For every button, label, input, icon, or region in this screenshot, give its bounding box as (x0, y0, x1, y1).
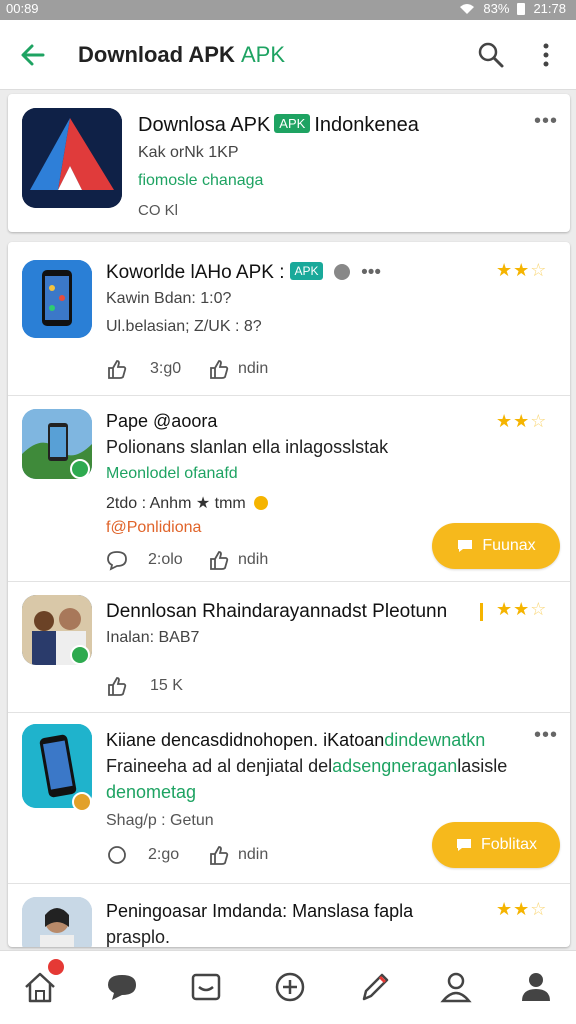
featured-sub3: CO Kl (138, 202, 179, 219)
accent-bar (480, 603, 483, 621)
featured-app-card[interactable]: Downlosa APK APK Indonkenea Kak orNk 1KP f… (8, 94, 570, 232)
rating-stars: ★★☆ (496, 260, 548, 280)
badge-icon (72, 792, 92, 812)
coin-icon (254, 496, 269, 510)
share-action[interactable]: ndih (208, 549, 268, 571)
item-line3: 2tdo : Anhm ★ tmm (106, 493, 269, 513)
phone-app-icon (22, 260, 92, 338)
rating-stars: ★★☆ (496, 411, 548, 431)
item-line1: Polionans slanlan ella inlagosslstak (106, 437, 389, 457)
thumbs-up-icon (210, 846, 229, 865)
thumbs-up-icon (210, 360, 229, 379)
item-more-icon[interactable]: ••• (361, 262, 381, 283)
app-feed: Koworlde lAHo APK : APK ••• ★★☆ Kawin Bda… (8, 242, 570, 947)
list-item[interactable]: Pape @aoora ★★☆ Polionans slanlan ella i… (8, 397, 570, 582)
comment-icon (108, 846, 126, 864)
share-action[interactable]: ndin (208, 358, 268, 380)
list-item[interactable]: Kiiane dencasdidnohopen. iKatoandindewna… (8, 714, 570, 884)
featured-sub2: fiomosle chanaga (138, 172, 264, 189)
featured-more-icon[interactable]: ••• (534, 110, 558, 133)
wifi-icon (460, 3, 475, 14)
like-action[interactable]: 15 K (106, 675, 183, 697)
status-time-left: 00:89 (6, 1, 39, 16)
app-bar: Download APK APK (0, 20, 576, 90)
item-line1: Inalan: BAB7 (106, 629, 200, 646)
verified-check-icon (70, 645, 90, 665)
item-title: Dennlosan Rhaindarayannadst Pleotunn (106, 601, 448, 622)
item-title: Pape @aoora (106, 411, 218, 431)
item-line4: f@Ponlidiona (106, 519, 202, 536)
featured-app-icon (22, 108, 122, 208)
item-title: Koworlde lAHo APK : APK ••• (106, 262, 382, 283)
search-icon[interactable] (476, 40, 506, 70)
chat-icon[interactable] (104, 969, 140, 1005)
featured-badge: APK (274, 114, 311, 133)
item-line3: Shag/p : Getun (106, 812, 214, 829)
comment-action[interactable]: 2:olo (106, 549, 183, 571)
thumbs-up-icon (108, 677, 127, 696)
comment-icon (107, 551, 127, 571)
pencil-icon[interactable] (356, 969, 392, 1005)
thumbs-up-icon (210, 551, 229, 570)
share-action[interactable]: ndin (208, 844, 268, 866)
featured-sub1: Kak orNk 1KP (138, 144, 239, 161)
item-line2: Meonlodel ofanafd (106, 465, 238, 482)
item-line2: Ul.belasian; Z/UK : 8? (106, 318, 262, 335)
bottom-navigation (0, 950, 576, 1024)
item-line1: Kawin Bdan: 1:0? (106, 290, 232, 307)
chat-bubble-icon (456, 839, 471, 851)
back-arrow-icon[interactable] (18, 40, 48, 70)
page-title-accent: APK (240, 42, 286, 67)
item-title: Peningoasar Imdanda: Manslasa fapla (106, 901, 414, 921)
page-title: Download APK APK (78, 42, 286, 67)
thumbs-up-icon (108, 360, 127, 379)
info-icon (333, 264, 350, 280)
like-action[interactable]: 3:g0 (106, 358, 181, 380)
status-bar: 00:89 83% 21:78 (0, 0, 576, 20)
status-time-right: 21:78 (533, 1, 566, 16)
battery-level: 83% (483, 1, 510, 16)
list-item[interactable]: Koworlde lAHo APK : APK ••• ★★☆ Kawin Bda… (8, 242, 570, 396)
item-line1: prasplo. (106, 927, 171, 947)
rating-stars: ★★☆ (496, 599, 548, 619)
rating-stars: ★★☆ (496, 899, 548, 919)
featured-title: Downlosa APK APK Indonkenea (138, 114, 419, 136)
list-item[interactable]: Peningoasar Imdanda: Manslasa fapla ★★☆ … (8, 885, 570, 947)
follow-button[interactable]: Fuunax (432, 523, 560, 569)
chat-bubble-icon (458, 540, 473, 552)
battery-icon (517, 3, 526, 15)
list-item[interactable]: Dennlosan Rhaindarayannadst Pleotunn ★★☆… (8, 583, 570, 713)
item-line1: Fraineeha ad al denjiatal deladsengnerag… (106, 756, 508, 776)
notification-dot (48, 959, 64, 975)
account-icon[interactable] (518, 969, 554, 1005)
item-more-icon[interactable]: ••• (534, 724, 558, 747)
comment-action[interactable]: 2:go (106, 844, 179, 866)
item-line2: denometag (106, 782, 197, 802)
add-icon[interactable] (272, 969, 308, 1005)
more-vert-icon[interactable] (532, 40, 562, 70)
verified-check-icon (70, 459, 90, 479)
follow-button[interactable]: Foblitax (432, 822, 560, 868)
item-title: Kiiane dencasdidnohopen. iKatoandindewna… (106, 730, 486, 750)
portrait-app-icon (22, 897, 92, 947)
item-tag: APK (290, 262, 323, 280)
profile-outline-icon[interactable] (438, 969, 474, 1005)
news-icon[interactable] (188, 969, 224, 1005)
